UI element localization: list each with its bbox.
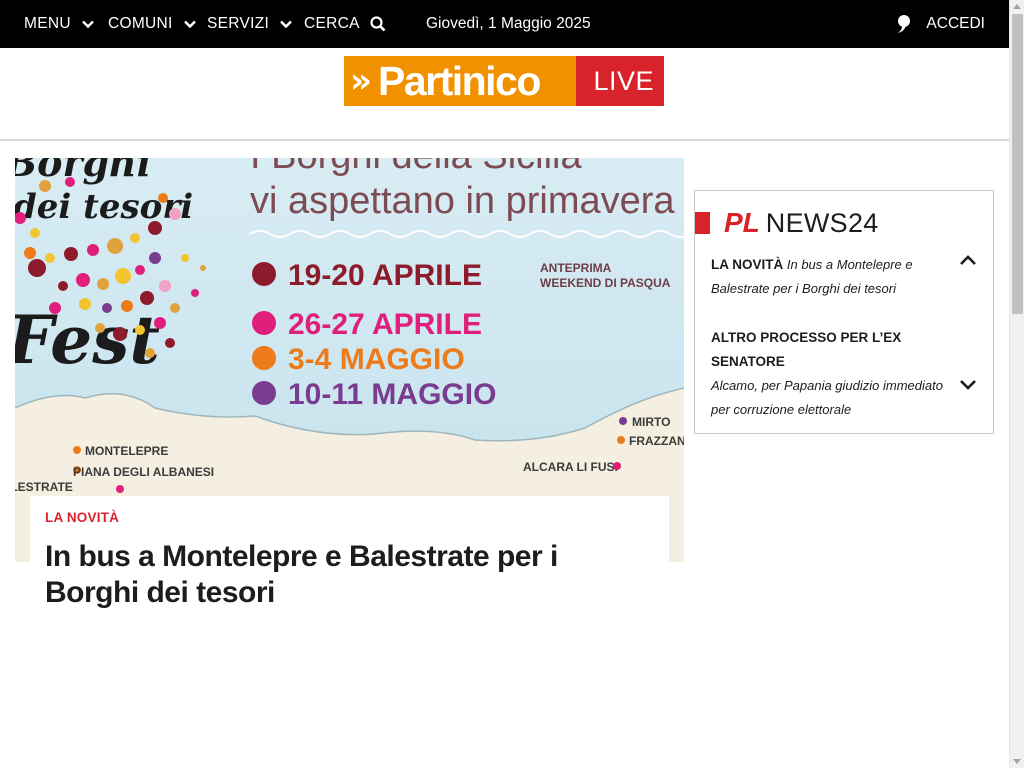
site-logo[interactable]: » Partinico LIVE (344, 56, 664, 106)
menu-label: MENU (24, 15, 71, 32)
search-icon (370, 16, 386, 32)
logo-live: LIVE (593, 65, 654, 96)
logo-orange-block: » Partinico (344, 56, 576, 106)
scroll-up-arrow[interactable] (1013, 4, 1021, 9)
logo-red-block: LIVE (576, 56, 664, 106)
site-header: » Partinico LIVE (0, 48, 1009, 141)
poster-date-4: 10-11 MAGGIO (288, 378, 496, 411)
news24-item-kicker: ALTRO PROCESSO PER L’EX SENATORE (711, 330, 902, 369)
news24-item[interactable]: LA NOVITÀ In bus a Montelepre e Balestra… (711, 253, 951, 301)
top-navigation-bar: MENU COMUNI SERVIZI CERCA Giovedì, 1 Mag… (0, 0, 1009, 48)
place-alcara: ALCARA LI FUSI (523, 460, 618, 474)
search-label: CERCA (304, 15, 360, 32)
chevron-down-icon[interactable] (958, 378, 978, 392)
servizi-label: SERVIZI (207, 15, 270, 32)
poster-date-1-note1: ANTEPRIMA (540, 261, 612, 275)
page-scrollbar[interactable] (1009, 0, 1024, 768)
logo-name: Partinico (377, 57, 541, 104)
comuni-label: COMUNI (108, 15, 173, 32)
scroll-thumb[interactable] (1012, 14, 1023, 314)
news24-title: NEWS24 (765, 207, 879, 238)
poster-logo-line1: Borghi (15, 158, 151, 185)
current-date: Giovedì, 1 Maggio 2025 (426, 15, 591, 32)
hero-title[interactable]: In bus a Montelepre e Balestrate per i B… (45, 539, 654, 611)
news24-pl: PL (724, 207, 760, 238)
hero-kicker[interactable]: LA NOVITÀ (45, 510, 654, 525)
poster-date-1-note2: WEEKEND DI PASQUA (540, 276, 671, 290)
poster-line2: vi aspettano in primavera (250, 180, 675, 222)
scroll-down-arrow[interactable] (1013, 759, 1021, 764)
news24-accent-bar (695, 212, 710, 234)
chevron-down-icon (81, 20, 94, 29)
poster-line1: I Borghi della Sicilia (250, 158, 582, 177)
login-label: ACCEDI (926, 15, 985, 32)
poster-logo-line2: dei tesori (15, 187, 193, 227)
place-frazzano: FRAZZANÒ (629, 433, 684, 448)
news24-item-kicker: LA NOVITÀ (711, 257, 784, 272)
chevron-up-icon[interactable] (958, 253, 978, 267)
place-mirto: MIRTO (632, 415, 670, 429)
poster-logo-line3: Fest (15, 301, 160, 379)
login-button[interactable]: ACCEDI (896, 0, 985, 48)
menu-dropdown[interactable]: MENU (24, 0, 95, 48)
hero-article-card: LA NOVITÀ In bus a Montelepre e Balestra… (30, 496, 669, 626)
servizi-dropdown[interactable]: SERVIZI (207, 0, 293, 48)
news24-widget: PL NEWS24 LA NOVITÀ In bus a Montelepre … (694, 190, 994, 434)
logo-arrows: » (350, 61, 372, 101)
chevron-down-icon (183, 20, 196, 29)
poster-date-3: 3-4 MAGGIO (288, 343, 465, 376)
news24-header: PL NEWS24 (695, 207, 879, 239)
poster-date-1: 19-20 APRILE (288, 259, 482, 292)
user-icon (898, 15, 911, 33)
news24-item[interactable]: ALTRO PROCESSO PER L’EX SENATORE Alcamo,… (711, 326, 951, 422)
news24-item-text: Alcamo, per Papania giudizio immediato p… (711, 378, 943, 417)
place-montelepre: MONTELEPRE (85, 444, 168, 458)
place-balestrate: BALESTRATE (15, 480, 73, 494)
chevron-down-icon (280, 20, 292, 29)
poster-date-2: 26-27 APRILE (288, 308, 482, 341)
comuni-dropdown[interactable]: COMUNI (108, 0, 197, 48)
place-piana: PIANA DEGLI ALBANESI (73, 465, 214, 479)
search-button[interactable]: CERCA (304, 0, 386, 48)
